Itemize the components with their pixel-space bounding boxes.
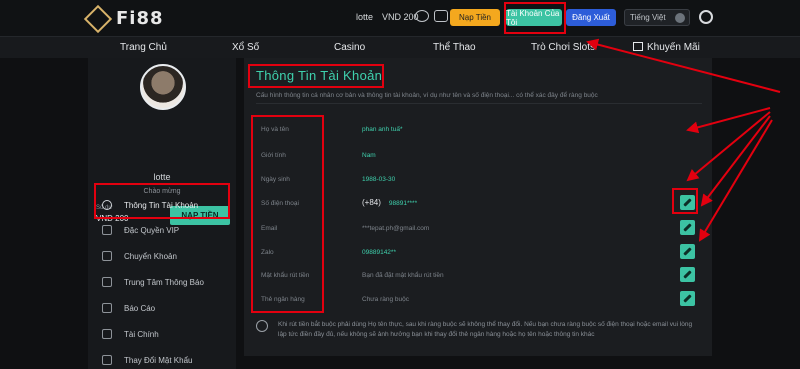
annotation-arrow (698, 119, 773, 242)
annotation-arrow (586, 38, 781, 93)
annotation-arrow (686, 107, 771, 134)
annotation-arrows (586, 38, 781, 242)
